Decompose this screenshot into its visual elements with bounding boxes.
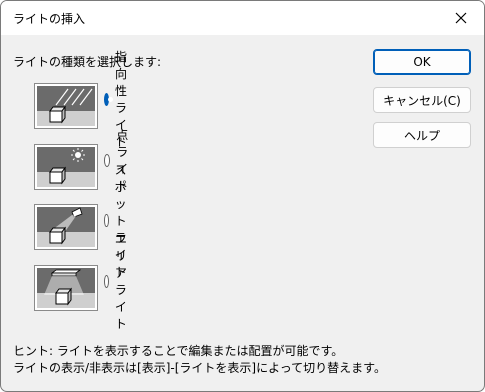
radio-area-light[interactable]: エリア ライト <box>104 232 135 331</box>
radio-button[interactable] <box>104 274 109 288</box>
close-button[interactable] <box>438 1 484 35</box>
directional-light-icon <box>34 83 98 129</box>
cancel-button[interactable]: キャンセル(C) <box>373 87 471 113</box>
radio-button[interactable] <box>104 92 114 106</box>
spot-light-icon <box>34 204 98 250</box>
insert-light-dialog: ライトの挿入 ライトの種類を選択します: 指向性ライト 点ライト スポット ライ… <box>0 0 485 392</box>
dialog-title: ライトの挿入 <box>13 12 86 26</box>
ok-button[interactable]: OK <box>373 49 471 75</box>
help-button[interactable]: ヘルプ <box>373 122 471 148</box>
hint-line-1: ヒント: ライトを表示することで編集または配置が可能です。 <box>13 344 344 358</box>
radio-button[interactable] <box>104 213 109 227</box>
radio-label: エリア ライト <box>114 232 127 331</box>
hint-line-2: ライトの表示/非表示は[表示]-[ライトを表示]によって切り替えます。 <box>13 361 386 375</box>
radio-directional-light[interactable]: 指向性ライト <box>104 50 135 149</box>
area-light-icon <box>34 265 98 311</box>
radio-spot-light[interactable]: スポット ライト <box>104 163 135 279</box>
radio-button[interactable] <box>104 153 111 167</box>
title-bar: ライトの挿入 <box>1 1 484 35</box>
hint-text: ヒント: ライトを表示することで編集または配置が可能です。 ライトの表示/非表示… <box>13 343 386 377</box>
point-light-icon <box>34 144 98 190</box>
close-icon <box>455 12 467 24</box>
light-type-prompt: ライトの種類を選択します: <box>13 55 162 69</box>
